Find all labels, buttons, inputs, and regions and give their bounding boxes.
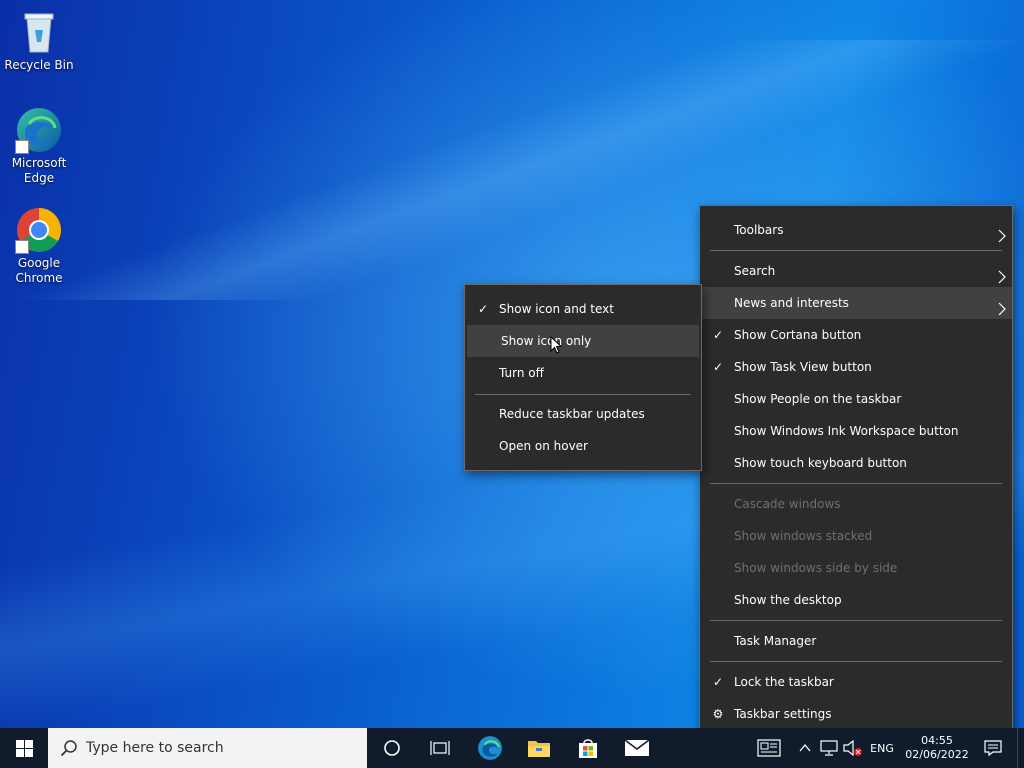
menu-separator <box>710 483 1002 484</box>
menu-item-show-people[interactable]: Show People on the taskbar <box>700 383 1012 415</box>
menu-item-show-the-desktop[interactable]: Show the desktop <box>700 584 1012 616</box>
chevron-up-icon <box>799 744 811 752</box>
submenu-item-reduce-taskbar-updates[interactable]: Reduce taskbar updates <box>465 398 701 430</box>
windows-logo-icon <box>15 739 33 757</box>
menu-item-lock-the-taskbar[interactable]: ✓ Lock the taskbar <box>700 666 1012 698</box>
menu-item-toolbars[interactable]: Toolbars <box>700 214 1012 246</box>
taskbar-edge-button[interactable] <box>466 728 514 768</box>
desktop-icon-microsoft-edge[interactable]: Microsoft Edge <box>1 106 77 186</box>
notification-icon <box>984 740 1002 756</box>
checkmark-icon: ✓ <box>712 360 724 374</box>
show-desktop-button[interactable] <box>1017 728 1024 768</box>
clock-time: 04:55 <box>921 734 953 747</box>
volume-muted-icon <box>843 740 862 756</box>
menu-separator <box>710 661 1002 662</box>
desktop-icon-recycle-bin[interactable]: Recycle Bin <box>1 8 77 73</box>
checkmark-icon: ✓ <box>477 302 489 316</box>
edge-icon <box>15 106 63 154</box>
file-explorer-icon <box>528 741 550 757</box>
gear-icon: ⚙ <box>712 707 724 721</box>
volume-button[interactable] <box>842 728 864 768</box>
menu-separator <box>475 394 691 395</box>
network-icon <box>820 740 838 756</box>
taskbar-file-explorer-button[interactable] <box>515 728 563 768</box>
menu-item-show-task-view-button[interactable]: ✓ Show Task View button <box>700 351 1012 383</box>
taskbar-mail-button[interactable] <box>613 728 661 768</box>
desktop-icon-google-chrome[interactable]: Google Chrome <box>1 206 77 286</box>
menu-item-show-touch-keyboard[interactable]: Show touch keyboard button <box>700 447 1012 479</box>
shortcut-arrow-icon <box>15 240 29 254</box>
menu-item-show-windows-ink[interactable]: Show Windows Ink Workspace button <box>700 415 1012 447</box>
taskbar-store-button[interactable] <box>564 728 612 768</box>
menu-item-show-cortana-button[interactable]: ✓ Show Cortana button <box>700 319 1012 351</box>
store-icon <box>579 739 597 758</box>
clock[interactable]: 04:55 02/06/2022 <box>902 728 972 768</box>
task-view-icon <box>430 741 450 755</box>
menu-item-search[interactable]: Search <box>700 255 1012 287</box>
recycle-bin-icon <box>15 8 63 56</box>
newspaper-icon <box>757 739 781 757</box>
taskbar-context-menu: Toolbars Search News and interests ✓ Sho… <box>699 205 1013 739</box>
show-hidden-icons-button[interactable] <box>794 728 816 768</box>
desktop-icon-label: Chrome <box>15 271 63 285</box>
desktop-icon-label: Edge <box>23 171 55 185</box>
submenu-item-open-on-hover[interactable]: Open on hover <box>465 430 701 462</box>
submenu-item-show-icon-only[interactable]: Show icon only <box>467 325 699 357</box>
cortana-button[interactable] <box>368 728 416 768</box>
desktop-icon-label: Microsoft <box>11 156 67 170</box>
clock-date: 02/06/2022 <box>905 748 969 761</box>
chrome-icon <box>15 206 63 254</box>
input-language-indicator[interactable]: ENG <box>866 728 898 768</box>
desktop-icon-label: Google <box>17 256 61 270</box>
edge-icon <box>478 736 502 760</box>
checkmark-icon: ✓ <box>712 675 724 689</box>
menu-item-news-and-interests[interactable]: News and interests <box>700 287 1012 319</box>
menu-separator <box>710 620 1002 621</box>
news-and-interests-button[interactable] <box>752 728 786 768</box>
desktop-icon-label: Recycle Bin <box>4 58 74 72</box>
search-icon <box>60 739 78 757</box>
mail-icon <box>625 740 649 756</box>
submenu-item-turn-off[interactable]: Turn off <box>465 357 701 389</box>
start-button[interactable] <box>0 728 48 768</box>
action-center-button[interactable] <box>976 728 1010 768</box>
menu-separator <box>710 250 1002 251</box>
search-placeholder: Type here to search <box>86 740 224 756</box>
shortcut-arrow-icon <box>15 140 29 154</box>
taskbar-search-box[interactable]: Type here to search <box>48 728 367 768</box>
menu-item-taskbar-settings[interactable]: ⚙ Taskbar settings <box>700 698 1012 730</box>
checkmark-icon: ✓ <box>712 328 724 342</box>
submenu-item-show-icon-and-text[interactable]: ✓ Show icon and text <box>465 293 701 325</box>
menu-item-cascade-windows: Cascade windows <box>734 497 841 511</box>
menu-item-show-windows-side-by-side: Show windows side by side <box>734 561 898 575</box>
taskbar[interactable]: Type here to search ENG 04:55 02/06/2022 <box>0 728 1024 768</box>
news-and-interests-submenu: ✓ Show icon and text Show icon only Turn… <box>464 284 702 471</box>
task-view-button[interactable] <box>416 728 464 768</box>
network-button[interactable] <box>818 728 840 768</box>
mouse-pointer-icon <box>550 335 563 354</box>
menu-item-task-manager[interactable]: Task Manager <box>700 625 1012 657</box>
menu-item-show-windows-stacked: Show windows stacked <box>734 529 873 543</box>
cortana-icon <box>384 740 400 756</box>
